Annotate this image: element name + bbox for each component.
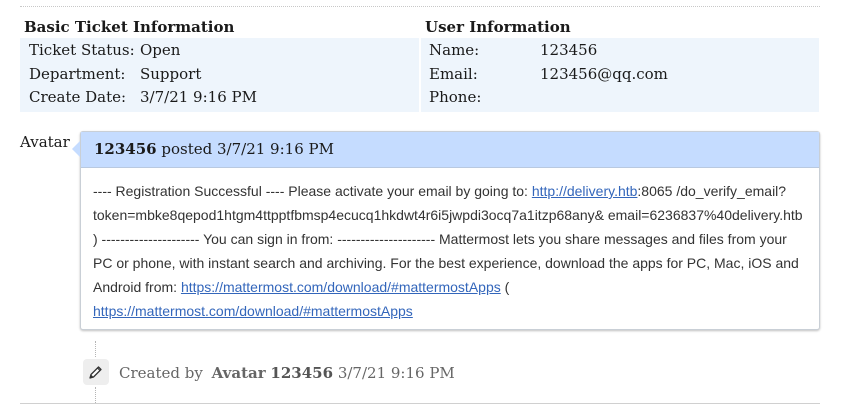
ticket-status-label: Ticket Status: [29,41,135,59]
thread-entry-body: ---- Registration Successful ---- Please… [81,168,819,329]
user-email-row: Email: 123456@qq.com [421,63,819,87]
user-phone-label: Phone: [429,88,482,106]
mattermost-download-link[interactable]: https://mattermost.com/download/#matterm… [181,279,501,295]
ticket-status-row: Ticket Status: Open [20,39,419,63]
event-user: 123456 [270,364,334,382]
create-date-value: 3/7/21 9:16 PM [140,88,257,106]
thread-entry: 123456 posted 3/7/21 9:16 PM ---- Regist… [72,131,820,330]
create-date-row: Create Date: 3/7/21 9:16 PM [20,86,419,110]
timeline-connector-lower [95,387,96,403]
thread-poster: 123456 [94,140,157,158]
user-info-section: User Information Name: 123456 Email: 123… [421,16,819,112]
department-row: Department: Support [20,63,419,87]
avatar: Avatar [20,133,70,151]
event-created-by: Created by [119,364,203,382]
ticket-status-value: Open [140,41,181,59]
ticket-info-section: Basic Ticket Information Ticket Status: … [20,16,419,112]
pencil-icon [83,359,109,385]
user-name-row: Name: 123456 [421,39,819,63]
user-info-table: Name: 123456 Email: 123456@qq.com Phone: [421,38,819,112]
body-text-3: ( [500,279,510,295]
thread-event: Created by Avatar 123456 3/7/21 9:16 PM [119,362,455,384]
user-name-label: Name: [429,41,480,59]
user-email-value: 123456@qq.com [540,64,668,83]
create-date-label: Create Date: [29,88,127,106]
mattermost-download-link-2[interactable]: https://mattermost.com/download/#matterm… [93,303,413,319]
department-value: Support [140,64,202,83]
user-phone-row: Phone: [421,86,819,110]
thread-posted-date: posted 3/7/21 9:16 PM [161,140,334,158]
user-info-title: User Information [425,18,571,36]
event-date: 3/7/21 9:16 PM [337,364,455,382]
user-email-label: Email: [429,64,478,83]
ticket-info-title: Basic Ticket Information [24,18,235,36]
bottom-divider [20,403,820,404]
top-divider [20,6,820,7]
event-avatar: Avatar [211,364,266,382]
timeline-connector [95,341,96,357]
ticket-info-table: Ticket Status: Open Department: Support … [20,38,419,112]
delivery-link[interactable]: http://delivery.htb [532,183,638,199]
body-text-1: ---- Registration Successful ---- Please… [93,183,532,199]
department-label: Department: [29,64,126,83]
user-name-value: 123456 [540,41,598,59]
user-phone-value [540,86,819,110]
thread-entry-header: 123456 posted 3/7/21 9:16 PM [72,132,819,168]
